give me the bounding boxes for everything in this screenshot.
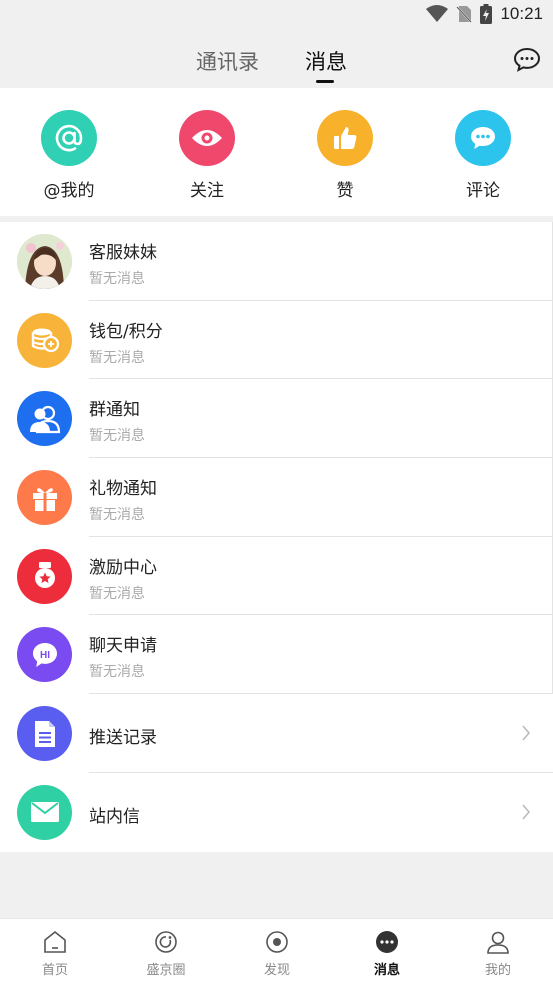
home-icon: [44, 930, 66, 953]
medal-icon: [17, 548, 72, 604]
tab-contacts[interactable]: 通讯录: [196, 46, 259, 76]
active-tab-indicator: [316, 80, 334, 83]
message-row-group-notice[interactable]: 群通知 暂无消息: [0, 379, 553, 459]
message-subtitle: 暂无消息: [89, 428, 145, 445]
battery-charging-icon: [480, 4, 493, 24]
comment-icon: [455, 110, 511, 166]
message-row-gift[interactable]: 礼物通知 暂无消息: [0, 458, 553, 537]
message-dots-icon: [376, 931, 398, 953]
chat-bubbles-icon[interactable]: [513, 46, 541, 74]
nav-label: 发现: [263, 963, 290, 978]
status-bar: 10:21: [0, 0, 553, 30]
link-row-inbox[interactable]: 站内信: [0, 773, 553, 852]
wifi-icon: [426, 5, 449, 22]
link-title: 站内信: [89, 806, 140, 827]
status-time: 10:21: [500, 4, 543, 23]
envelope-icon: [17, 784, 72, 840]
eye-icon: [179, 110, 235, 166]
message-list: 客服妹妹 暂无消息 钱包/积分 暂无消息 群通知 暂无消息 礼物通知 暂无消息 …: [0, 222, 553, 852]
nav-home[interactable]: 首页: [15, 929, 95, 978]
message-row-wallet[interactable]: 钱包/积分 暂无消息: [0, 301, 553, 380]
nav-me[interactable]: 我的: [458, 929, 538, 978]
discover-icon: [266, 931, 288, 953]
message-subtitle: 暂无消息: [89, 585, 145, 602]
nav-label: 消息: [373, 963, 400, 978]
tab-messages[interactable]: 消息: [305, 46, 347, 76]
quick-label-comment: 评论: [466, 181, 500, 201]
quick-at-me[interactable]: @我的: [19, 110, 119, 201]
at-icon: [41, 110, 97, 166]
message-subtitle: 暂无消息: [89, 507, 145, 524]
circle-refresh-icon: [155, 931, 177, 953]
quick-like[interactable]: 赞: [295, 110, 395, 201]
nav-label: 首页: [41, 963, 68, 978]
nav-messages[interactable]: 消息: [347, 929, 427, 978]
bottom-navigation: 首页 盛京圈 发现 消息 我的: [0, 918, 553, 983]
chevron-right-icon: [522, 804, 531, 820]
message-subtitle: 暂无消息: [89, 349, 145, 366]
quick-label-like: 赞: [336, 181, 354, 201]
link-row-push-history[interactable]: 推送记录: [0, 694, 553, 773]
gift-icon: [17, 470, 72, 526]
message-title: 激励中心: [89, 557, 157, 578]
message-title: 钱包/积分: [89, 321, 163, 342]
customer-service-avatar: [17, 234, 72, 289]
message-row-customer-service[interactable]: 客服妹妹 暂无消息: [0, 222, 553, 301]
thumbs-up-icon: [317, 110, 373, 166]
message-row-incentive[interactable]: 激励中心 暂无消息: [0, 537, 553, 616]
link-title: 推送记录: [89, 728, 157, 749]
message-subtitle: 暂无消息: [89, 271, 145, 287]
nav-discover[interactable]: 发现: [237, 929, 317, 978]
message-title: 客服妹妹: [89, 243, 157, 263]
message-row-chat-request[interactable]: HI 聊天申请 暂无消息: [0, 615, 553, 695]
document-icon: [17, 706, 72, 762]
person-icon: [487, 931, 509, 954]
quick-follow[interactable]: 关注: [157, 110, 257, 201]
group-icon: [17, 391, 72, 447]
message-title: 礼物通知: [89, 479, 157, 500]
quick-label-at-me: @我的: [43, 181, 95, 201]
message-title: 群通知: [89, 400, 140, 421]
chevron-right-icon: [522, 725, 531, 741]
svg-text:HI: HI: [40, 650, 50, 661]
coins-icon: [17, 312, 72, 368]
quick-label-follow: 关注: [190, 181, 224, 201]
nav-shengjing-circle[interactable]: 盛京圈: [126, 929, 206, 978]
nav-label: 我的: [484, 963, 511, 978]
hi-chat-icon: HI: [17, 627, 72, 683]
top-bar: 通讯录 消息: [0, 30, 553, 88]
nav-label: 盛京圈: [146, 963, 186, 978]
quick-actions-panel: @我的 关注 赞 评论: [0, 88, 553, 216]
no-sim-icon: [456, 6, 473, 23]
quick-comment[interactable]: 评论: [433, 110, 533, 201]
message-title: 聊天申请: [89, 636, 157, 657]
message-subtitle: 暂无消息: [89, 664, 145, 681]
